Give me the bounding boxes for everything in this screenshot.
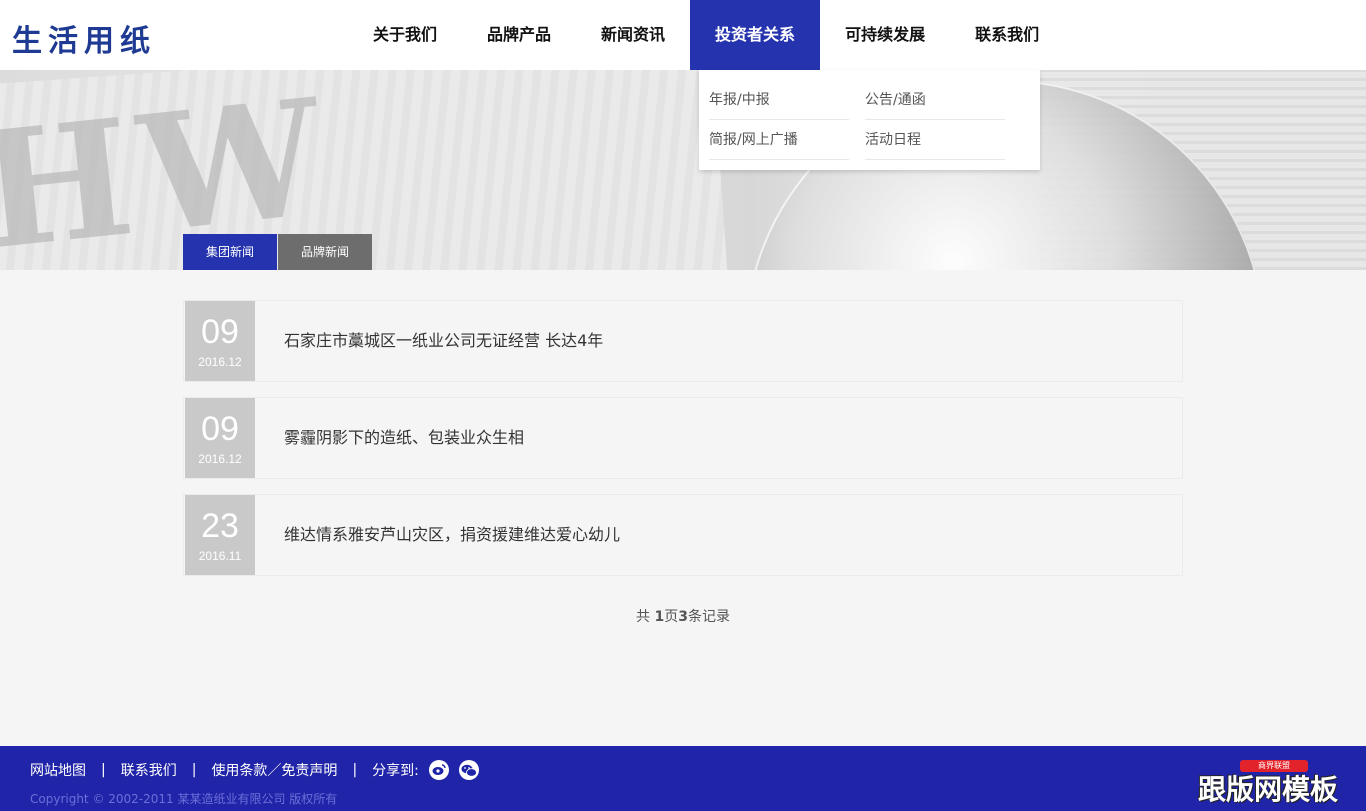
pager-prefix: 共 [636, 609, 655, 625]
footer-link-terms[interactable]: 使用条款／免责声明 [211, 760, 337, 780]
footer-links: 网站地图 | 联系我们 | 使用条款／免责声明 | 分享到: [30, 760, 479, 780]
news-title-link[interactable]: 维达情系雅安芦山灾区，捐资援建维达爱心幼儿 [284, 495, 620, 575]
pager-suffix: 条记录 [687, 609, 730, 625]
dropdown-item-announcements[interactable]: 公告/通函 [865, 80, 1005, 120]
site-footer: 网站地图 | 联系我们 | 使用条款／免责声明 | 分享到: Copyright… [0, 746, 1366, 811]
investor-relations-dropdown: 年报/中报 公告/通函 简报/网上广播 活动日程 [699, 70, 1040, 170]
news-date-box: 09 2016.12 [185, 398, 255, 478]
footer-separator: | [352, 762, 358, 778]
nav-item-products[interactable]: 品牌产品 [462, 0, 576, 70]
news-list-item[interactable]: 23 2016.11 维达情系雅安芦山灾区，捐资援建维达爱心幼儿 [183, 494, 1183, 576]
pager-record-count: 3 [678, 609, 688, 625]
watermark-logo: 商界联盟 跟版网模板 [1198, 760, 1358, 806]
pagination-summary: 共 1页3条记录 [0, 606, 1366, 626]
wechat-icon[interactable] [458, 760, 479, 780]
news-day: 09 [201, 410, 239, 448]
footer-separator: | [101, 762, 106, 778]
news-date-box: 09 2016.12 [185, 301, 255, 381]
news-day: 09 [201, 313, 239, 351]
nav-item-about[interactable]: 关于我们 [348, 0, 462, 70]
weibo-icon[interactable] [428, 760, 449, 780]
news-category-tabs: 集团新闻 品牌新闻 [183, 234, 373, 270]
main-nav: 关于我们 品牌产品 新闻资讯 投资者关系 可持续发展 联系我们 [348, 0, 1064, 70]
news-list-item[interactable]: 09 2016.12 石家庄市藁城区一纸业公司无证经营 长达4年 [183, 300, 1183, 382]
footer-link-sitemap[interactable]: 网站地图 [30, 760, 86, 780]
tab-brand-news[interactable]: 品牌新闻 [278, 234, 372, 270]
nav-item-investor-relations[interactable]: 投资者关系 [690, 0, 821, 70]
news-year-month: 2016.12 [198, 355, 242, 369]
nav-item-news[interactable]: 新闻资讯 [576, 0, 690, 70]
news-title-link[interactable]: 雾霾阴影下的造纸、包装业众生相 [284, 398, 524, 478]
dropdown-item-annual-report[interactable]: 年报/中报 [709, 80, 849, 120]
news-date-box: 23 2016.11 [185, 495, 255, 575]
site-header: 生活用纸 关于我们 品牌产品 新闻资讯 投资者关系 可持续发展 联系我们 [0, 0, 1366, 70]
watermark-text: 跟版网模板 [1198, 773, 1339, 806]
tab-group-news[interactable]: 集团新闻 [183, 234, 277, 270]
footer-link-contact[interactable]: 联系我们 [121, 760, 177, 780]
dropdown-item-event-calendar[interactable]: 活动日程 [865, 120, 1005, 160]
news-year-month: 2016.12 [198, 452, 242, 466]
pager-page-count: 1 [654, 609, 665, 625]
footer-separator: | [191, 762, 197, 778]
news-year-month: 2016.11 [198, 549, 242, 563]
site-logo[interactable]: 生活用纸 [12, 16, 156, 60]
nav-item-sustainability[interactable]: 可持续发展 [820, 0, 950, 70]
dropdown-item-webcast[interactable]: 简报/网上广播 [709, 120, 849, 160]
footer-copyright: Copyright © 2002-2011 某某造纸业有限公司 版权所有 [30, 792, 338, 806]
nav-item-contact[interactable]: 联系我们 [950, 0, 1064, 70]
news-title-link[interactable]: 石家庄市藁城区一纸业公司无证经营 长达4年 [284, 301, 603, 381]
news-list-item[interactable]: 09 2016.12 雾霾阴影下的造纸、包装业众生相 [183, 397, 1183, 479]
news-day: 23 [201, 507, 239, 545]
pager-mid: 页 [664, 609, 679, 625]
share-label: 分享到: [372, 763, 419, 779]
